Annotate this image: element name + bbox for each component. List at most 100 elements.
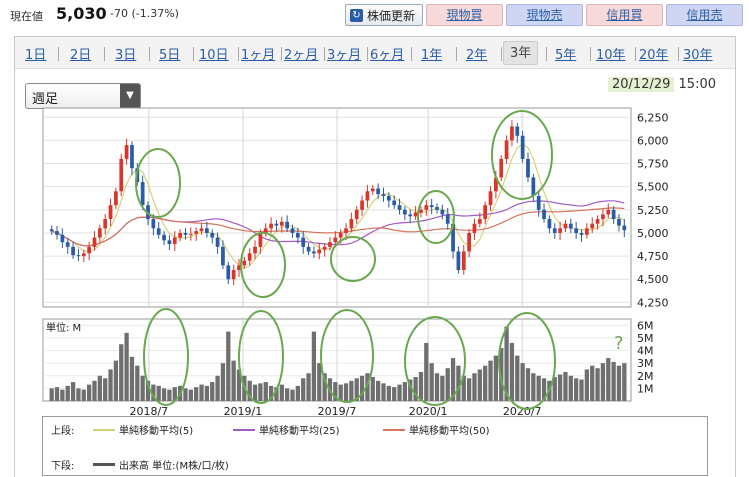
volume-bar [536, 375, 541, 401]
candle-body [408, 214, 413, 217]
volume-bar [54, 387, 60, 401]
volume-bar [301, 378, 306, 401]
candle-body [205, 228, 209, 233]
candle-body [606, 209, 611, 215]
volume-bar [285, 388, 290, 401]
legend-sma5-swatch [93, 428, 115, 431]
legend-sma5-label: 単純移動平均(5) [119, 426, 194, 437]
volume-bar [574, 378, 579, 401]
candle-body [547, 219, 552, 229]
volume-bar [290, 389, 295, 401]
candle-body [419, 209, 423, 213]
volume-bar [375, 380, 381, 401]
volume-bar [622, 363, 627, 401]
candle-body [71, 246, 75, 256]
candle-body [510, 126, 514, 141]
legend-volume-label: 出来高 単位:(M株/口/枚) [119, 461, 229, 472]
volume-bar [76, 388, 81, 401]
candle-body [595, 219, 600, 224]
spot-sell-button[interactable]: 現物売 [506, 4, 583, 26]
candle-body [338, 232, 343, 238]
candle-body [167, 240, 172, 245]
candle-body [114, 191, 118, 206]
stock-chart: 4,250 4,500 4,750 5,000 5,250 5,500 5,750 6,000… [42, 107, 669, 417]
refresh-price-label: 株価更新 [367, 8, 416, 23]
volume-bar [317, 363, 322, 401]
candle-body [312, 251, 316, 254]
volume-bar [156, 385, 161, 401]
volume-bar [338, 384, 343, 401]
volume-bar [520, 363, 525, 401]
margin-buy-button[interactable]: 信用買 [586, 4, 663, 26]
candle-body [317, 249, 322, 254]
volume-tick-label: 5M [637, 332, 654, 345]
candle-body [429, 205, 434, 208]
volume-bar [215, 375, 220, 401]
candle-body [611, 209, 616, 220]
candle-body [156, 228, 161, 235]
price-tick-label: 5,750 [637, 158, 669, 171]
candle-body [92, 237, 97, 247]
volume-bar [97, 375, 102, 401]
price-tick-label: 5,000 [637, 227, 669, 240]
volume-bar [161, 388, 167, 401]
volume-bar [204, 385, 210, 401]
volume-bar [531, 373, 536, 401]
margin-sell-button[interactable]: 信用売 [666, 4, 743, 26]
volume-bar [616, 365, 622, 401]
volume-tick-label: 1M [637, 382, 654, 395]
candle-body [376, 188, 381, 195]
candle-body [172, 237, 177, 245]
candle-body [306, 246, 311, 252]
volume-bar [119, 344, 124, 401]
candle-body [49, 229, 54, 232]
legend-sma25-label: 単純移動平均(25) [259, 426, 340, 437]
candle-body [531, 177, 536, 196]
candle-body [226, 265, 231, 280]
candle-body [188, 233, 193, 235]
spot-buy-button[interactable]: 現物買 [426, 4, 503, 26]
volume-bar [440, 375, 445, 401]
candle-body [183, 232, 188, 235]
price-tick-label: 4,750 [637, 250, 669, 263]
volume-tick-label: 3M [637, 357, 654, 370]
volume-bar [488, 360, 493, 401]
candle-body [242, 260, 247, 266]
candle-body [579, 232, 584, 235]
volume-bar [295, 385, 301, 401]
candle-body [520, 135, 525, 159]
volume-bar [557, 374, 563, 401]
candle-body [97, 228, 102, 238]
volume-bar [103, 378, 108, 401]
candle-body [617, 219, 621, 226]
volume-bar [210, 382, 215, 401]
candle-body [274, 223, 279, 226]
quote-header: 現在値 5,030 -70 (-1.37%) ↻ 株価更新 現物買 現物売 信用買… [0, 0, 749, 32]
legend-sma25-swatch [233, 428, 255, 431]
volume-bar [70, 382, 76, 401]
volume-tick-label: 6M [637, 319, 654, 332]
candle-body [210, 232, 215, 238]
annotation-question-mark: ? [614, 333, 624, 354]
volume-bar [568, 375, 573, 401]
candle-body [563, 223, 568, 229]
volume-bar [493, 355, 499, 401]
candle-body [461, 251, 466, 270]
volume-bar [381, 383, 386, 401]
legend-volume-swatch [93, 463, 115, 466]
candle-body [590, 223, 595, 229]
candle-body [397, 205, 402, 210]
refresh-price-button[interactable]: ↻ 株価更新 [345, 4, 423, 26]
candle-body [221, 246, 225, 266]
volume-bar [194, 387, 199, 401]
candle-body [483, 205, 488, 220]
candle-body [488, 191, 493, 206]
volume-tick-label: 4M [637, 345, 654, 358]
volume-bar [306, 373, 311, 401]
candle-body [472, 223, 477, 233]
candle-body [424, 205, 429, 210]
candle-body [290, 228, 295, 233]
candle-body [542, 209, 546, 220]
volume-bar [515, 355, 520, 401]
candle-body [552, 228, 557, 233]
